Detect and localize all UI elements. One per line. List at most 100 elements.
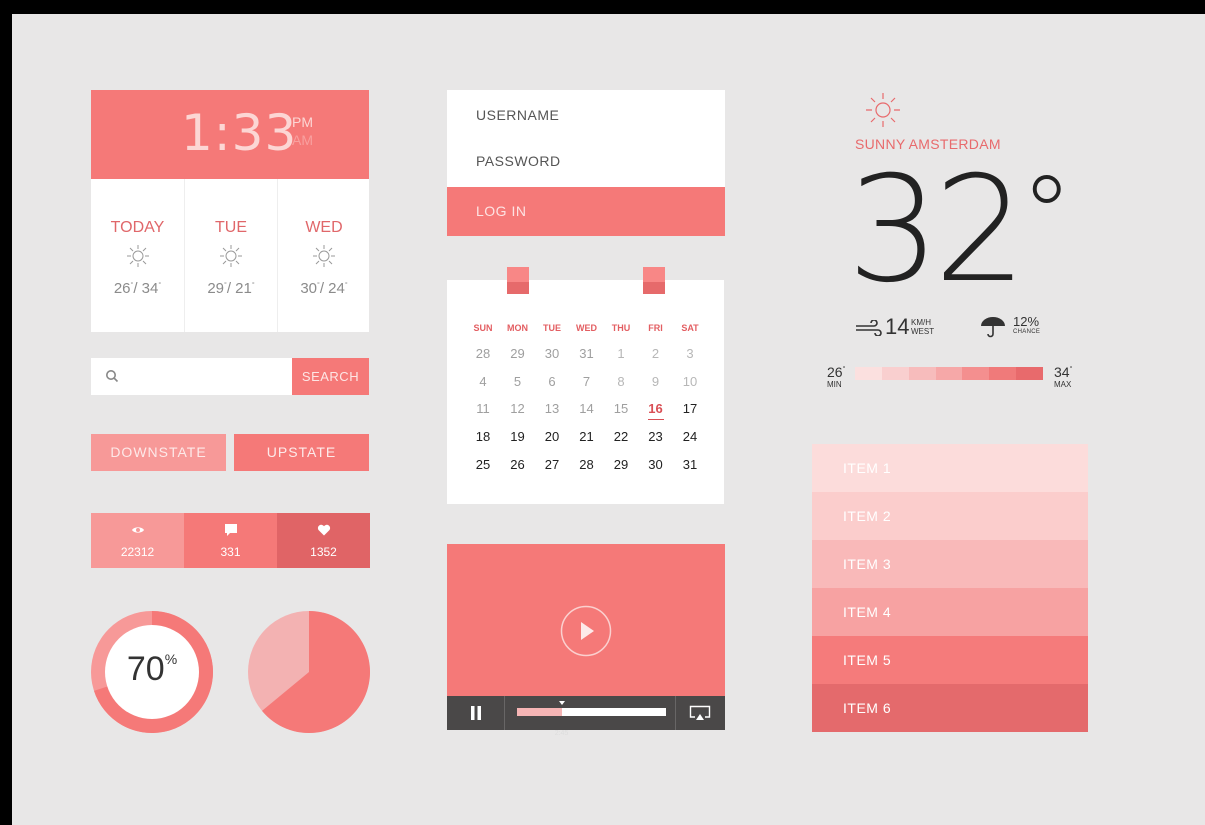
calendar-day[interactable]: 27	[535, 457, 569, 472]
eye-icon	[131, 527, 144, 533]
heart-icon	[317, 524, 330, 536]
list-item[interactable]: ITEM 6	[812, 684, 1088, 732]
calendar-day[interactable]: 29	[604, 457, 638, 472]
calendar-ring-left	[507, 267, 529, 294]
video-progress-track[interactable]: 2:45	[517, 701, 666, 737]
username-input[interactable]	[447, 92, 725, 138]
list-item[interactable]: ITEM 5	[812, 636, 1088, 684]
temp-min: 26°	[827, 364, 846, 380]
item-list: ITEM 1 ITEM 2 ITEM 3 ITEM 4 ITEM 5 ITEM …	[812, 444, 1088, 732]
password-input[interactable]	[447, 138, 725, 184]
sun-icon	[313, 245, 335, 267]
list-item[interactable]: ITEM 2	[812, 492, 1088, 540]
controls-divider	[504, 696, 505, 730]
list-item[interactable]: ITEM 4	[812, 588, 1088, 636]
calendar-day[interactable]: 6	[535, 374, 569, 389]
temp-max: 34°	[1054, 364, 1073, 380]
calendar-day[interactable]: 30	[535, 346, 569, 361]
calendar-day[interactable]: 14	[570, 401, 604, 416]
views-stat[interactable]: 22312	[91, 513, 184, 568]
forecast-temps: 30°/ 24°	[300, 280, 348, 297]
calendar-day[interactable]: 2	[639, 346, 673, 361]
donut-value: 70%	[126, 650, 178, 688]
calendar-day[interactable]: 19	[501, 429, 535, 444]
views-count: 22312	[120, 545, 155, 559]
calendar-day[interactable]: 28	[466, 346, 500, 361]
weekday-header: THU	[611, 323, 631, 333]
calendar-day[interactable]: 24	[673, 429, 707, 444]
calendar-day[interactable]: 11	[466, 401, 500, 416]
search-button[interactable]: SEARCH	[292, 358, 369, 395]
calendar-day[interactable]: 31	[570, 346, 604, 361]
video-controls: 2:45	[447, 696, 725, 737]
temp-min-label: MIN	[827, 380, 842, 389]
video-time: 2:45	[554, 730, 569, 737]
calendar-day[interactable]: 17	[673, 401, 707, 416]
calendar-day[interactable]: 15	[604, 401, 638, 416]
calendar-day[interactable]: 29	[501, 346, 535, 361]
search-input[interactable]	[91, 358, 292, 395]
controls-divider	[675, 696, 676, 730]
calendar-day[interactable]: 28	[570, 457, 604, 472]
umbrella-icon	[981, 317, 1005, 338]
range-segment	[855, 367, 882, 380]
comment-icon	[224, 524, 237, 536]
calendar-day[interactable]: 4	[466, 374, 500, 389]
forecast-temps: 26°/ 34°	[113, 280, 162, 297]
wind-speed: 14	[885, 314, 910, 339]
calendar-day[interactable]: 12	[501, 401, 535, 416]
likes-count: 1352	[310, 545, 337, 559]
airplay-icon[interactable]	[689, 705, 711, 721]
downstate-button[interactable]: DOWNSTATE	[91, 434, 226, 471]
calendar-day[interactable]: 30	[639, 457, 673, 472]
calendar-day[interactable]: 21	[570, 429, 604, 444]
calendar-day[interactable]: 13	[535, 401, 569, 416]
calendar-day[interactable]: 26	[501, 457, 535, 472]
forecast-day-name: WED	[305, 219, 343, 236]
clock-widget: 1:33 PM AM TODAY 26°/ 34° TUE 29°/ 21° W…	[91, 90, 369, 332]
calendar-day[interactable]: 3	[673, 346, 707, 361]
calendar-day[interactable]: 25	[466, 457, 500, 472]
wind-icon	[856, 320, 882, 336]
range-segment	[881, 367, 909, 380]
calendar-day[interactable]: 18	[466, 429, 500, 444]
calendar-day[interactable]: 7	[570, 374, 604, 389]
clock-pm: PM	[292, 114, 313, 130]
calendar-day[interactable]: 9	[639, 374, 673, 389]
range-segment	[989, 367, 1017, 380]
calendar-day[interactable]: 5	[501, 374, 535, 389]
progress-knob-icon[interactable]	[558, 701, 565, 705]
pause-icon[interactable]	[470, 706, 482, 720]
pie-chart	[248, 611, 370, 733]
rain-chance-label: CHANCE	[1013, 329, 1041, 335]
comments-stat[interactable]: 331	[184, 513, 277, 568]
calendar-day[interactable]: 20	[535, 429, 569, 444]
video-player: 2:45	[447, 544, 725, 737]
play-icon[interactable]	[560, 605, 612, 657]
forecast-day: TUE 29°/ 21°	[184, 179, 277, 332]
sun-icon	[126, 245, 149, 267]
video-progress-fill	[517, 708, 562, 716]
calendar-day-today[interactable]: 16	[639, 401, 673, 416]
login-button[interactable]: LOG IN	[447, 187, 725, 236]
weekday-header: TUE	[543, 323, 561, 333]
forecast-day: WED 30°/ 24°	[277, 179, 370, 332]
comments-count: 331	[220, 545, 241, 559]
likes-stat[interactable]: 1352	[277, 513, 370, 568]
list-item[interactable]: ITEM 3	[812, 540, 1088, 588]
calendar-day[interactable]: 31	[673, 457, 707, 472]
calendar-day[interactable]: 23	[639, 429, 673, 444]
calendar-day[interactable]: 8	[604, 374, 638, 389]
calendar-day[interactable]: 22	[604, 429, 638, 444]
clock-am: AM	[292, 132, 313, 148]
calendar-day[interactable]: 1	[604, 346, 638, 361]
temperature-range-bar	[855, 367, 1044, 380]
calendar-day[interactable]: 10	[673, 374, 707, 389]
search-icon	[106, 370, 119, 383]
weekday-header: FRI	[648, 323, 663, 333]
upstate-button[interactable]: UPSTATE	[234, 434, 369, 471]
list-item[interactable]: ITEM 1	[812, 444, 1088, 492]
today-underline	[647, 419, 664, 421]
wind-unit: KM/H WEST	[911, 318, 935, 336]
weekday-header: SUN	[473, 323, 493, 333]
